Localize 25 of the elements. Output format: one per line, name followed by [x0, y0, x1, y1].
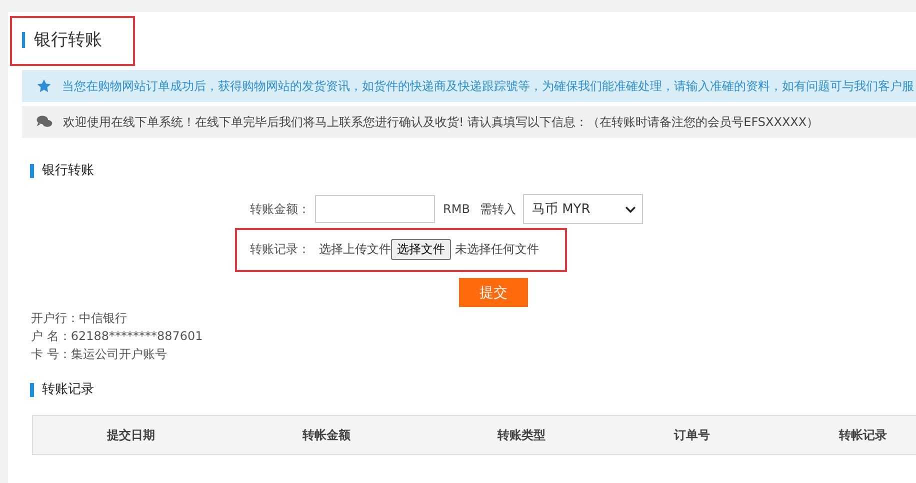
amount-label: 转账金额： — [249, 200, 310, 218]
column-header: 转账类型 — [496, 426, 546, 444]
bank-info-line: 开户行：中信银行 — [31, 310, 128, 327]
section-title: 转账记录 — [30, 383, 916, 397]
convert-label: 需转入 — [480, 200, 516, 218]
choose-file-button[interactable]: 选择文件 — [391, 238, 451, 260]
chat-icon — [36, 115, 53, 129]
amount-field[interactable] — [315, 195, 435, 223]
column-header: 转帐记录 — [838, 426, 888, 444]
section-title: 银行转账 — [30, 164, 916, 178]
notice-text: 欢迎使用在线下单系统！在线下单完毕后我们将马上联系您进行确认及收货! 请认真填写以下信息：（在转账时请备注您的会员号EFSXXXXX） — [63, 114, 819, 130]
column-header: 提交日期 — [106, 426, 156, 444]
column-header: 转帐金额 — [301, 426, 352, 444]
currency-label: RMB — [443, 202, 470, 216]
star-icon — [36, 78, 52, 94]
bank-info-line: 卡 号：集运公司开户账号 — [31, 346, 168, 363]
page-title: 银行转账 — [22, 32, 102, 48]
column-header: 订单号 — [672, 426, 711, 444]
caret-icon — [624, 206, 636, 212]
file-status: 未选择任何文件 — [455, 240, 539, 258]
bank-info-line: 户 名：62188********887601 — [31, 328, 204, 345]
notice-text: 当您在购物网站订单成功后，获得购物网站的发货资讯，如货件的快递商及快递跟踪號等，为確保我们能准確处理，请输入准確的资料，如有问题可与我们客户服 — [62, 78, 914, 94]
currency-select[interactable]: 马币 MYR — [522, 194, 643, 224]
upload-hint: 选择上传文件 — [319, 240, 391, 258]
record-label: 转账记录： — [249, 240, 310, 258]
